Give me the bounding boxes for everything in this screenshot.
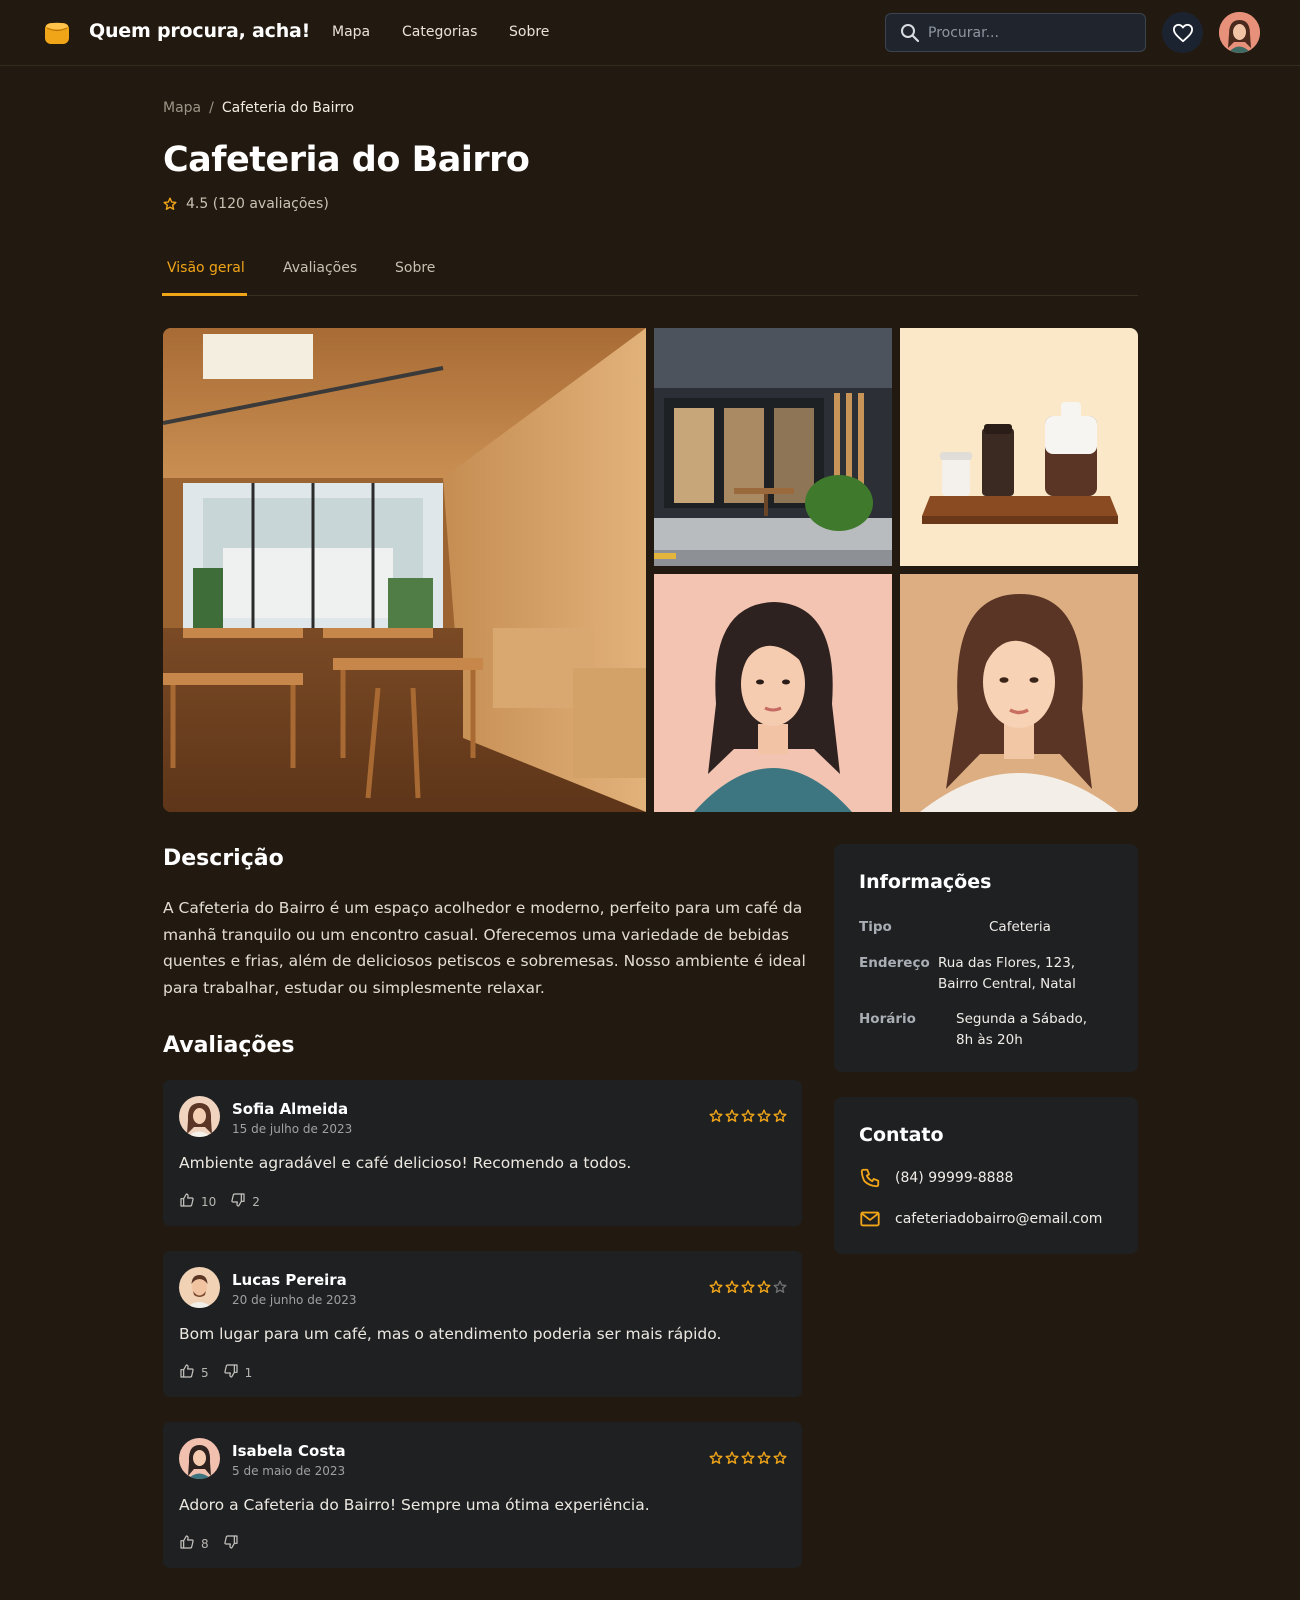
info-card: Informações Tipo Cafeteria Endereço Rua …	[834, 844, 1138, 1072]
star-icon	[709, 1279, 723, 1298]
favorites-button[interactable]	[1162, 12, 1203, 53]
review-stars	[709, 1279, 787, 1298]
star-icon	[757, 1279, 771, 1298]
description-heading: Descrição	[163, 846, 284, 871]
mail-icon	[860, 1211, 880, 1227]
thumbs-up-icon[interactable]	[179, 1192, 195, 1211]
review-card: Lucas Pereira 20 de junho de 2023 Bom lu…	[163, 1251, 802, 1397]
logo-icon[interactable]	[44, 20, 70, 46]
tab-sobre[interactable]: Sobre	[395, 260, 435, 276]
phone-icon	[860, 1168, 880, 1188]
contact-heading: Contato	[859, 1124, 944, 1146]
review-votes: 10 2	[179, 1192, 274, 1211]
email-address: cafeteriadobairro@email.com	[895, 1211, 1103, 1227]
phone-number: (84) 99999-8888	[895, 1170, 1014, 1186]
info-heading: Informações	[859, 871, 992, 893]
star-icon	[741, 1450, 755, 1469]
brand-name[interactable]: Quem procura, acha!	[89, 20, 310, 42]
top-navigation-bar: Quem procura, acha! Mapa Categorias Sobr…	[0, 0, 1300, 66]
star-icon	[741, 1279, 755, 1298]
review-date: 15 de julho de 2023	[232, 1122, 353, 1136]
review-votes: 5 1	[179, 1363, 266, 1382]
thumbs-up-icon[interactable]	[179, 1534, 195, 1553]
star-icon	[725, 1108, 739, 1127]
review-date: 20 de junho de 2023	[232, 1293, 357, 1307]
star-icon	[757, 1450, 771, 1469]
like-count: 5	[201, 1365, 209, 1380]
tab-avaliacoes[interactable]: Avaliações	[283, 260, 357, 276]
nav-link-sobre[interactable]: Sobre	[509, 24, 549, 40]
star-icon	[773, 1108, 787, 1127]
rating-summary: 4.5 (120 avaliações)	[163, 196, 329, 212]
page-title: Cafeteria do Bairro	[163, 140, 530, 180]
review-stars	[709, 1450, 787, 1469]
gallery-photo-exterior[interactable]	[654, 328, 892, 566]
review-card: Isabela Costa 5 de maio de 2023 Adoro a …	[163, 1422, 802, 1568]
star-icon	[709, 1108, 723, 1127]
star-icon	[725, 1279, 739, 1298]
info-address-line-2: Bairro Central, Natal	[938, 976, 1076, 992]
search-icon	[901, 23, 920, 42]
thumbs-up-icon[interactable]	[179, 1363, 195, 1382]
active-tab-indicator	[162, 293, 247, 296]
review-text: Ambiente agradável e café delicioso! Rec…	[179, 1154, 632, 1172]
star-icon	[741, 1108, 755, 1127]
review-votes: 8	[179, 1534, 259, 1553]
thumbs-down-icon[interactable]	[230, 1192, 246, 1211]
breadcrumb-separator: /	[209, 100, 214, 116]
breadcrumb-current: Cafeteria do Bairro	[221, 100, 355, 116]
user-avatar[interactable]	[1219, 12, 1260, 53]
info-hours-label: Horário	[859, 1011, 916, 1027]
review-card: Sofia Almeida 15 de julho de 2023 Ambien…	[163, 1080, 802, 1226]
search-input[interactable]	[928, 24, 1128, 41]
info-address-label: Endereço	[859, 955, 930, 971]
star-icon	[757, 1108, 771, 1127]
gallery-photo-interior[interactable]	[163, 328, 646, 812]
contact-phone[interactable]: (84) 99999-8888	[859, 1167, 1013, 1189]
search-box	[885, 13, 1146, 52]
thumbs-down-icon[interactable]	[223, 1534, 239, 1553]
heart-icon	[1172, 23, 1193, 42]
description-text: A Cafeteria do Bairro é um espaço acolhe…	[163, 899, 806, 997]
reviewer-avatar	[179, 1096, 220, 1137]
info-address-line-1: Rua das Flores, 123,	[938, 955, 1076, 971]
review-text: Bom lugar para um café, mas o atendiment…	[179, 1325, 722, 1343]
like-count: 8	[201, 1536, 209, 1551]
like-count: 10	[201, 1194, 217, 1209]
tab-visao-geral[interactable]: Visão geral	[167, 260, 245, 276]
reviewer-name: Sofia Almeida	[232, 1100, 349, 1118]
thumbs-down-icon[interactable]	[223, 1363, 239, 1382]
contact-card: Contato (84) 99999-8888 cafeteriadobairr…	[834, 1097, 1138, 1254]
star-icon	[773, 1450, 787, 1469]
nav-link-mapa[interactable]: Mapa	[332, 24, 370, 40]
info-hours-line-2: 8h às 20h	[956, 1032, 1023, 1048]
gallery-photo-products[interactable]	[900, 328, 1138, 566]
review-stars	[709, 1108, 787, 1127]
photo-gallery	[163, 328, 1138, 812]
info-hours-line-1: Segunda a Sábado,	[956, 1011, 1088, 1027]
gallery-photo-portrait-1[interactable]	[654, 574, 892, 812]
info-type-value: Cafeteria	[989, 919, 1051, 935]
reviews-heading: Avaliações	[163, 1033, 295, 1058]
review-date: 5 de maio de 2023	[232, 1464, 346, 1478]
breadcrumb: Mapa / Cafeteria do Bairro	[163, 100, 354, 116]
dislike-count: 2	[252, 1194, 260, 1209]
tab-bar: Visão geral Avaliações Sobre	[162, 246, 1138, 296]
nav-link-categorias[interactable]: Categorias	[402, 24, 477, 40]
reviewer-avatar	[179, 1438, 220, 1479]
star-icon	[725, 1450, 739, 1469]
gallery-photo-portrait-2[interactable]	[900, 574, 1138, 812]
reviewer-name: Lucas Pereira	[232, 1271, 347, 1289]
dislike-count: 1	[244, 1365, 253, 1380]
review-text: Adoro a Cafeteria do Bairro! Sempre uma …	[179, 1496, 650, 1514]
breadcrumb-link-mapa[interactable]: Mapa	[163, 100, 201, 116]
info-type-label: Tipo	[859, 919, 892, 935]
star-icon	[773, 1279, 787, 1298]
reviewer-avatar	[179, 1267, 220, 1308]
contact-email[interactable]: cafeteriadobairro@email.com	[859, 1208, 1102, 1230]
star-icon	[709, 1450, 723, 1469]
reviewer-name: Isabela Costa	[232, 1442, 346, 1460]
star-icon	[163, 197, 177, 210]
rating-text: 4.5 (120 avaliações)	[186, 196, 329, 212]
